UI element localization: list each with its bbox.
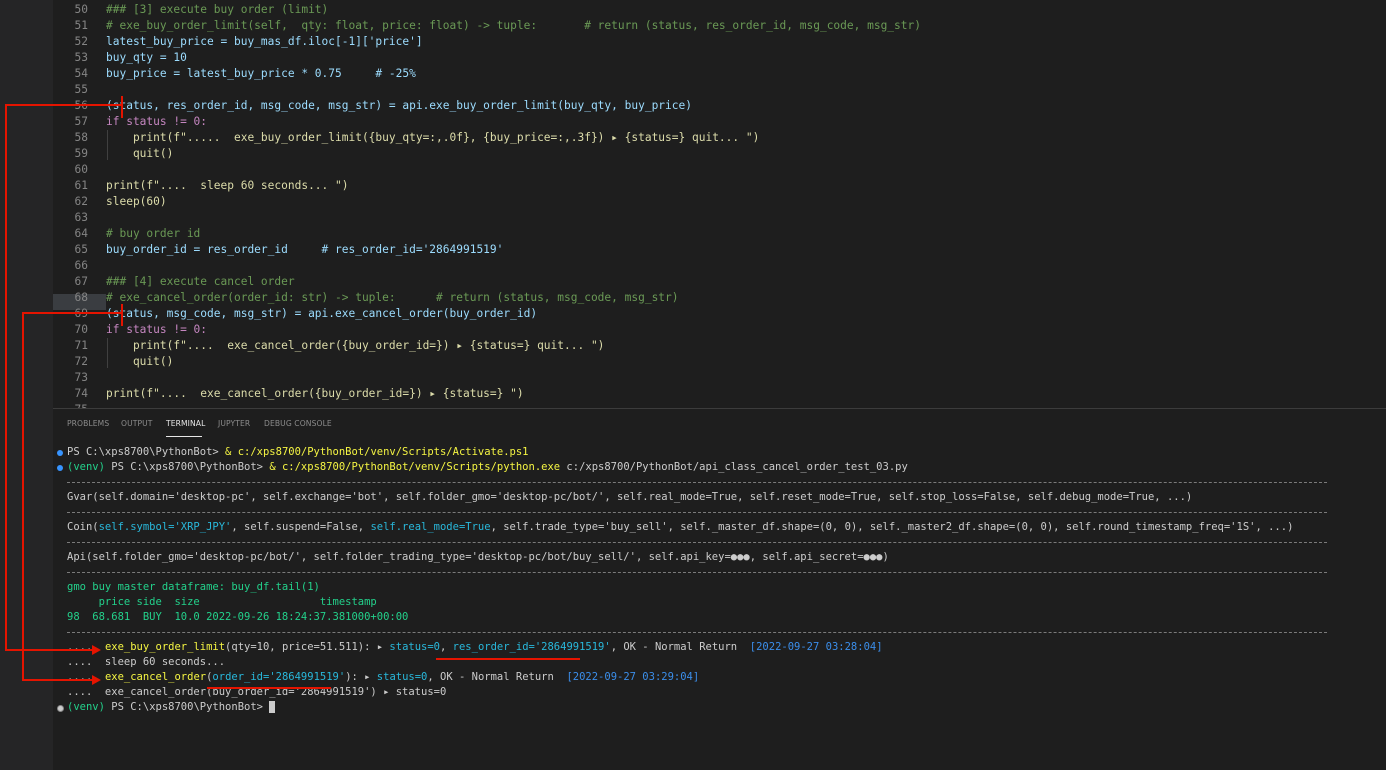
underline-order-id [207,687,331,689]
code-line: 51 # exe_buy_order_limit(self, qty: float… [74,19,921,32]
code-line: 59 quit() [74,147,174,160]
separator-line [67,482,1327,484]
code-line: 57 if status != 0: [74,115,208,128]
tab-debug-console[interactable]: DEBUG CONSOLE [264,419,332,428]
terminal-line: 98 68.681 BUY 10.0 2022-09-26 18:24:37.3… [67,611,409,623]
code-line: 61 print(f".... sleep 60 seconds... ") [74,179,349,192]
code-line: 67 ### [4] execute cancel order [74,275,295,288]
command-decoration-icon [57,450,63,456]
annotation-arrow-line [22,312,121,314]
code-line: 54 buy_price = latest_buy_price * 0.75 # … [74,67,416,80]
tab-jupyter[interactable]: JUPYTER [218,419,250,428]
annotation-arrow-line [22,312,24,680]
code-line: 58 print(f"..... exe_buy_order_limit({bu… [74,131,760,144]
arrow-head-icon [92,675,101,685]
arrow-head-icon [92,645,101,655]
underline-res-order-id [436,658,580,660]
code-line: 60 [74,163,88,176]
code-line: 52 latest_buy_price = buy_mas_df.iloc[-1]… [74,35,423,48]
tab-terminal[interactable]: TERMINAL [166,419,205,428]
annotation-arrow-line [5,104,121,106]
terminal-line: .... exe_buy_order_limit(qty=10, price=5… [67,641,883,653]
separator-line [67,572,1327,574]
code-line: 63 [74,211,88,224]
terminal-line: Gvar(self.domain='desktop-pc', self.exch… [67,491,1193,503]
terminal-line: price side size timestamp [67,596,377,608]
active-tab-indicator [166,436,202,437]
activity-gutter [0,0,53,770]
terminal-line: Coin(self.symbol='XRP_JPY', self.suspend… [67,521,1294,533]
code-line: 55 [74,83,88,96]
annotation-arrow-line [5,104,7,650]
panel-tabs: PROBLEMS OUTPUT TERMINAL JUPYTER DEBUG C… [53,409,1386,439]
code-line: 68 # exe_cancel_order(order_id: str) -> t… [74,291,679,304]
annotation-marker [121,96,123,118]
tab-output[interactable]: OUTPUT [121,419,153,428]
code-line: 73 [74,371,88,384]
code-line: 70 if status != 0: [74,323,208,336]
code-line: 71 print(f".... exe_cancel_order({buy_or… [74,339,605,352]
code-line: 62 sleep(60) [74,195,167,208]
terminal-line: .... exe_cancel_order(order_id='28649915… [67,671,700,683]
annotation-arrow-line [5,649,93,651]
terminal-line: (venv) PS C:\xps8700\PythonBot> & c:/xps… [67,461,908,473]
terminal-line: gmo buy master dataframe: buy_df.tail(1) [67,581,320,593]
code-line: 74 print(f".... exe_cancel_order({buy_ord… [74,387,524,400]
terminal-line: Api(self.folder_gmo='desktop-pc/bot/', s… [67,551,889,563]
code-line: 53 buy_qty = 10 [74,51,187,64]
code-editor[interactable]: 50 ### [3] execute buy order (limit) 51 # … [53,0,1386,408]
separator-line [67,632,1327,634]
terminal-line: PS C:\xps8700\PythonBot> & c:/xps8700/Py… [67,446,529,458]
code-line: 66 [74,259,88,272]
command-decoration-icon [57,465,63,471]
code-line: 56(status, res_order_id, msg_code, msg_s… [75,99,692,112]
separator-line [67,512,1327,514]
code-line: 64 # buy order id [74,227,201,240]
terminal-cursor [269,701,276,713]
separator-line [67,542,1327,544]
code-line: 72 quit() [74,355,174,368]
code-line: 65 buy_order_id = res_order_id # res_orde… [74,243,504,256]
code-line: 50 ### [3] execute buy order (limit) [74,3,329,16]
terminal-line: .... sleep 60 seconds... [67,656,226,668]
annotation-marker [121,304,123,326]
terminal-prompt[interactable]: (venv) PS C:\xps8700\PythonBot> [67,700,276,715]
tab-problems[interactable]: PROBLEMS [67,419,109,428]
annotation-arrow-line [22,679,93,681]
prompt-decoration-icon [57,705,64,712]
code-line: 69(status, msg_code, msg_str) = api.exe_… [75,307,538,320]
